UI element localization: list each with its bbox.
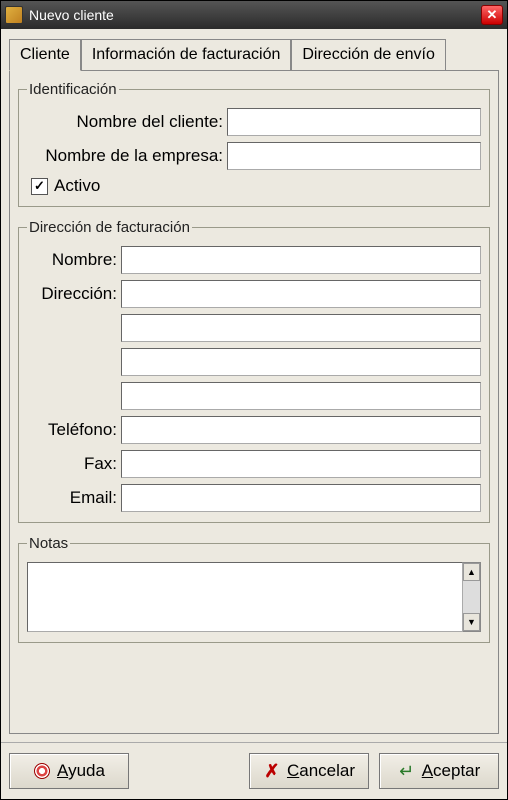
row-bill-address1: Dirección: [27,280,481,308]
row-company-name: Nombre de la empresa: [27,142,481,170]
label-bill-fax: Fax: [27,454,121,474]
cancel-icon: ✗ [263,762,281,780]
input-bill-address2[interactable] [121,314,481,342]
input-bill-address3[interactable] [121,348,481,376]
fieldset-notes: Notas ▲ ▼ [18,535,490,643]
input-bill-address4[interactable] [121,382,481,410]
row-bill-address2 [27,314,481,342]
fieldset-billing-address: Dirección de facturación Nombre: Direcci… [18,219,490,523]
checkbox-active[interactable] [31,178,48,195]
accept-icon: ↵ [398,762,416,780]
close-button[interactable]: ✕ [481,5,503,25]
input-bill-email[interactable] [121,484,481,512]
window-title: Nuevo cliente [29,7,481,23]
row-bill-name: Nombre: [27,246,481,274]
tab-cliente[interactable]: Cliente [9,39,81,71]
row-bill-address3 [27,348,481,376]
row-bill-phone: Teléfono: [27,416,481,444]
input-bill-phone[interactable] [121,416,481,444]
input-bill-fax[interactable] [121,450,481,478]
input-company-name[interactable] [227,142,481,170]
notes-scrollbar[interactable]: ▲ ▼ [463,562,481,632]
tab-panel-cliente: Identificación Nombre del cliente: Nombr… [9,70,499,734]
close-icon: ✕ [487,7,498,23]
label-active: Activo [54,176,100,196]
tab-billing-info[interactable]: Información de facturación [81,39,292,70]
accept-button-label-rest: ceptar [433,761,480,780]
help-button[interactable]: Ayuda [9,753,129,789]
row-bill-address4 [27,382,481,410]
fieldset-identification: Identificación Nombre del cliente: Nombr… [18,81,490,207]
label-client-name: Nombre del cliente: [27,112,227,132]
label-bill-email: Email: [27,488,121,508]
accept-button[interactable]: ↵ Aceptar [379,753,499,789]
help-icon [33,762,51,780]
row-bill-fax: Fax: [27,450,481,478]
cancel-button[interactable]: ✗ Cancelar [249,753,369,789]
dialog-window: Nuevo cliente ✕ Cliente Información de f… [0,0,508,800]
label-bill-address: Dirección: [27,284,121,304]
tab-strip: Cliente Información de facturación Direc… [9,39,499,70]
label-bill-name: Nombre: [27,250,121,270]
notes-area: ▲ ▼ [27,562,481,632]
input-bill-name[interactable] [121,246,481,274]
app-icon [5,6,23,24]
titlebar: Nuevo cliente ✕ [1,1,507,29]
label-company-name: Nombre de la empresa: [27,146,227,166]
legend-identification: Identificación [27,81,119,98]
label-bill-phone: Teléfono: [27,420,121,440]
legend-notes: Notas [27,535,70,552]
input-bill-address1[interactable] [121,280,481,308]
row-bill-email: Email: [27,484,481,512]
input-client-name[interactable] [227,108,481,136]
row-client-name: Nombre del cliente: [27,108,481,136]
tab-shipping[interactable]: Dirección de envío [291,39,446,70]
textarea-notes[interactable] [27,562,463,632]
client-area: Cliente Información de facturación Direc… [1,29,507,742]
cancel-button-label-rest: ancelar [299,761,355,780]
row-active: Activo [27,176,481,196]
scroll-down-button[interactable]: ▼ [463,613,480,631]
button-bar: Ayuda ✗ Cancelar ↵ Aceptar [1,742,507,799]
help-button-label-rest: yuda [68,761,105,780]
scroll-up-button[interactable]: ▲ [463,563,480,581]
legend-billing-address: Dirección de facturación [27,219,192,236]
